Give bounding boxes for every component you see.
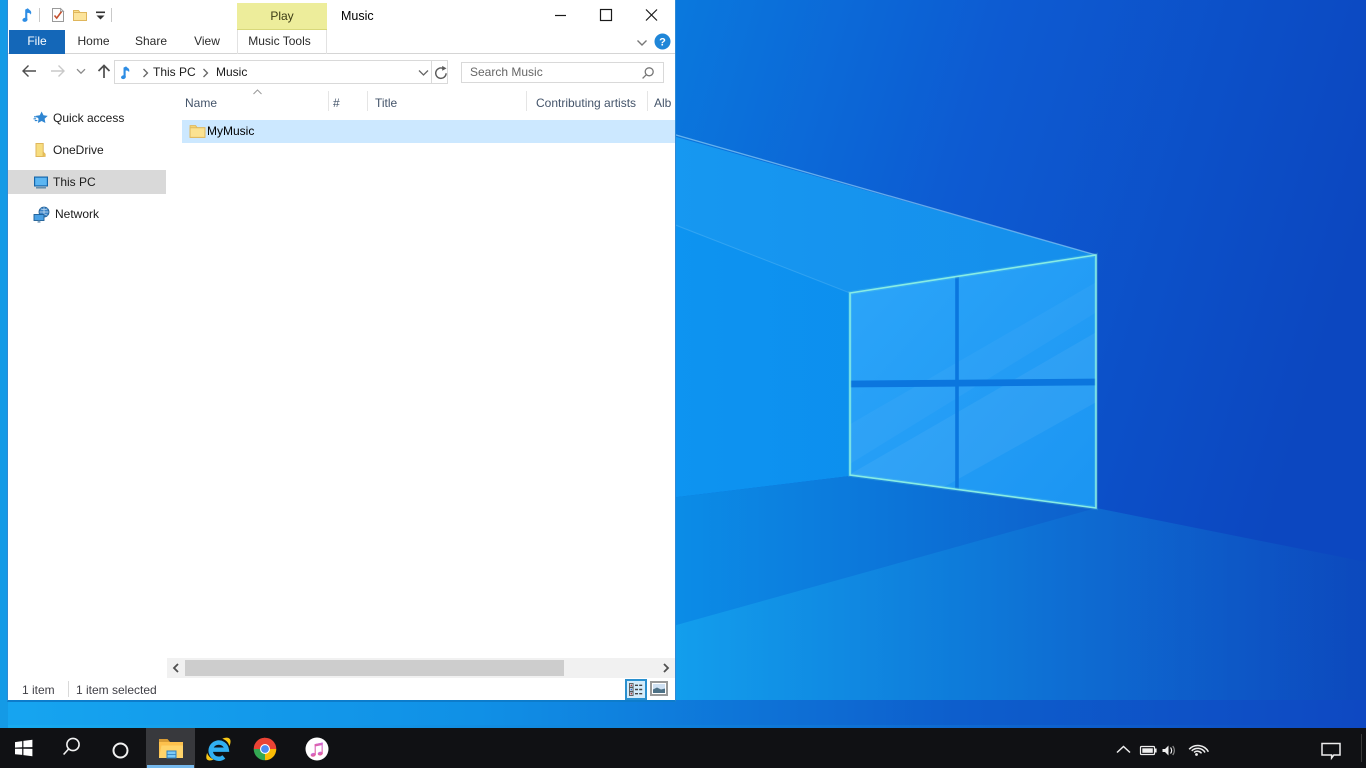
svg-text:?: ? — [659, 37, 666, 49]
